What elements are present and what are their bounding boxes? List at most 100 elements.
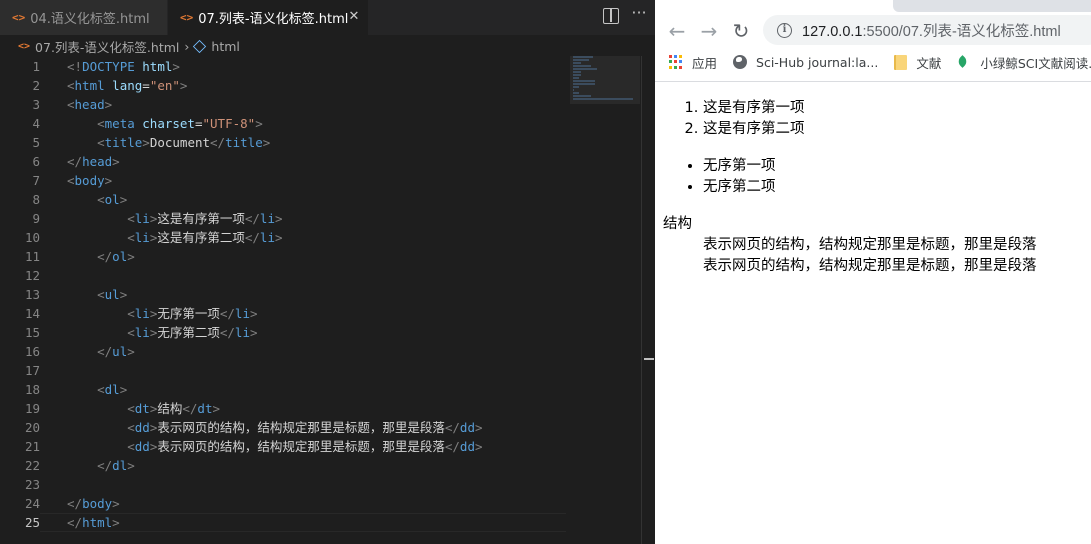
chevron-right-icon: › <box>184 38 190 54</box>
definition-list: 结构 表示网页的结构，结构规定那里是标题，那里是段落 表示网页的结构，结构规定那… <box>663 214 1037 277</box>
code-line: <dl> <box>97 382 128 397</box>
apps-grid-icon <box>669 55 683 69</box>
code-line: <dd>表示网页的结构，结构规定那里是标题，那里是段落</dd> <box>127 439 483 454</box>
code-line: <head> <box>67 97 113 112</box>
symbol-element-icon <box>193 39 207 53</box>
globe-icon <box>733 55 748 69</box>
code-line: <dt>结构</dt> <box>127 401 221 416</box>
reload-icon[interactable]: ↻ <box>729 19 753 43</box>
split-editor-icon[interactable] <box>603 8 619 24</box>
html-file-icon: <> <box>180 11 194 24</box>
code-line: <ol> <box>97 192 128 207</box>
browser-toolbar: ← → ↻ i 127.0.0.1:5500/07.列表-语义化标签.html … <box>655 0 1091 82</box>
code-area[interactable]: 1 <!DOCTYPE html> 2 <html lang="en"> 3 <hea… <box>0 57 570 544</box>
folder-icon <box>894 54 908 70</box>
definition-description: 表示网页的结构，结构规定那里是标题，那里是段落 <box>703 237 1037 253</box>
line-number: 3 <box>32 97 40 112</box>
bookmark-label: 小绿鲸SCI文献阅读... <box>980 55 1091 71</box>
line-number: 10 <box>24 230 40 245</box>
code-line: </ol> <box>97 249 135 264</box>
bookmarks-bar: 应用 Sci-Hub journal:la... 文献 小绿鲸SCI文献阅读..… <box>655 50 1091 74</box>
bookmark-label: 应用 <box>692 55 718 71</box>
back-arrow-icon[interactable]: ← <box>665 19 689 43</box>
line-number: 4 <box>32 116 40 131</box>
line-number: 2 <box>32 78 40 93</box>
bookmark-scihub[interactable]: Sci-Hub journal:la... <box>733 55 878 70</box>
line-number: 25 <box>24 515 40 530</box>
list-item: 这是有序第二项 <box>703 119 805 140</box>
code-line: <li>这是有序第二项</li> <box>127 230 283 245</box>
code-line: <li>无序第二项</li> <box>127 325 258 340</box>
close-icon[interactable]: ✕ <box>346 9 362 25</box>
code-line: <title>Document</title> <box>97 135 271 150</box>
line-number: 19 <box>24 401 40 416</box>
code-line: </body> <box>67 496 120 511</box>
line-number: 9 <box>32 211 40 226</box>
code-line: </dl> <box>97 458 135 473</box>
line-number: 5 <box>32 135 40 150</box>
tab-label: 04.语义化标签.html <box>30 12 150 27</box>
list-item: 这是有序第一项 <box>703 98 805 119</box>
rendered-page: 这是有序第一项 这是有序第二项 无序第一项 无序第二项 结构 表示网页的结构，结… <box>655 82 1091 544</box>
tab-07-html[interactable]: <> 07.列表-语义化标签.html ✕ <box>168 0 368 35</box>
address-bar[interactable]: i 127.0.0.1:5500/07.列表-语义化标签.html <box>763 15 1091 45</box>
line-number: 15 <box>24 325 40 340</box>
html-file-icon: <> <box>12 11 26 24</box>
breadcrumb: <> 07.列表-语义化标签.html › html <box>0 35 655 57</box>
bookmark-xiaolvjing[interactable]: 小绿鲸SCI文献阅读... <box>957 53 1091 72</box>
tab-04-html[interactable]: <> 04.语义化标签.html <box>0 0 167 35</box>
bookmark-folder-literature[interactable]: 文献 <box>894 53 941 72</box>
browser-window: ← → ↻ i 127.0.0.1:5500/07.列表-语义化标签.html … <box>655 0 1091 544</box>
ordered-list: 这是有序第一项 这是有序第二项 <box>703 98 805 140</box>
list-item: 无序第二项 <box>703 177 776 198</box>
info-icon[interactable]: i <box>777 22 792 38</box>
code-line: <li>这是有序第一项</li> <box>127 211 283 226</box>
bookmark-label: Sci-Hub journal:la... <box>756 54 879 70</box>
more-actions-icon[interactable]: ··· <box>631 5 647 24</box>
code-line: </html> <box>67 515 120 530</box>
line-number: 6 <box>32 154 40 169</box>
minimap[interactable] <box>573 56 641 106</box>
line-number: 14 <box>24 306 40 321</box>
line-number: 24 <box>24 496 40 511</box>
editor-scrollbar[interactable] <box>641 56 655 544</box>
line-number: 13 <box>24 287 40 302</box>
line-number: 12 <box>24 268 40 283</box>
leaf-icon <box>957 55 971 69</box>
code-line: <!DOCTYPE html> <box>67 59 180 74</box>
line-number: 16 <box>24 344 40 359</box>
html-file-icon: <> <box>18 40 31 52</box>
browser-tab[interactable] <box>893 0 1091 12</box>
tab-label: 07.列表-语义化标签.html <box>198 12 349 27</box>
bookmark-label: 文献 <box>916 55 942 71</box>
code-line: <dd>表示网页的结构，结构规定那里是标题，那里是段落</dd> <box>127 420 483 435</box>
code-editor-pane: <> 04.语义化标签.html <> 07.列表-语义化标签.html ✕ ·… <box>0 0 655 544</box>
unordered-list: 无序第一项 无序第二项 <box>703 156 776 198</box>
line-number: 8 <box>32 192 40 207</box>
url-text: 127.0.0.1:5500/07.列表-语义化标签.html <box>802 23 1061 40</box>
code-line: </ul> <box>97 344 135 359</box>
code-line: </head> <box>67 154 120 169</box>
bookmark-apps[interactable]: 应用 <box>655 53 717 72</box>
breadcrumb-symbol[interactable]: html <box>211 39 239 54</box>
line-number: 18 <box>24 382 40 397</box>
code-line: <html lang="en"> <box>67 78 188 93</box>
code-line: <meta charset="UTF-8"> <box>97 116 263 131</box>
scroll-position-marker <box>644 358 654 360</box>
line-number: 7 <box>32 173 40 188</box>
forward-arrow-icon[interactable]: → <box>697 19 721 43</box>
line-number: 20 <box>24 420 40 435</box>
line-number: 11 <box>24 249 40 264</box>
breadcrumb-file[interactable]: 07.列表-语义化标签.html <box>35 37 179 56</box>
line-number: 21 <box>24 439 40 454</box>
editor-actions: ··· <box>603 5 647 24</box>
list-item: 无序第一项 <box>703 156 776 177</box>
line-number: 23 <box>24 477 40 492</box>
line-number: 1 <box>32 59 40 74</box>
code-line: <ul> <box>97 287 128 302</box>
code-line: <li>无序第一项</li> <box>127 306 258 321</box>
line-number: 22 <box>24 458 40 473</box>
code-line: <body> <box>67 173 113 188</box>
definition-description: 表示网页的结构，结构规定那里是标题，那里是段落 <box>703 258 1037 274</box>
line-number: 17 <box>24 363 40 378</box>
